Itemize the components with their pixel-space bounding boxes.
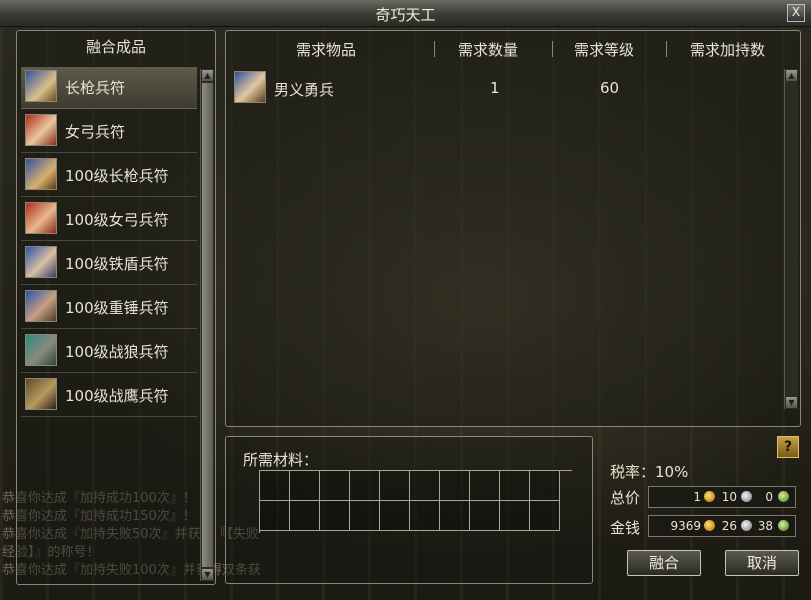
product-item-label: 女弓兵符 [65,123,126,141]
hammer-soldier-icon [25,290,57,322]
help-button[interactable]: ? [777,436,799,458]
materials-grid [259,470,572,533]
product-item-label: 100级长枪兵符 [65,167,169,185]
product-item[interactable]: 女弓兵符 [21,111,197,153]
archer-soldier-icon [25,114,57,146]
tax-rate: 税率：10% [610,463,689,481]
money-label: 金钱 [610,519,641,537]
requirements-scrollbar[interactable]: ▲ ▼ [784,69,798,409]
spear-soldier-icon [25,70,57,102]
material-slot[interactable] [530,471,560,501]
money-box: 9369 26 38 [648,515,796,537]
product-item[interactable]: 100级战鹰兵符 [21,375,197,417]
male-militia-icon [234,71,266,103]
requirements-panel: 需求物品 需求数量 需求等级 需求加持数 男义勇兵 1 60 ▲ ▼ [225,30,801,427]
material-slot[interactable] [500,501,530,531]
column-header: 需求数量 [458,41,519,59]
total-price-box: 1 10 0 [648,486,796,508]
product-item[interactable]: 100级重锤兵符 [21,287,197,329]
column-divider [552,41,553,57]
money-gold: 9369 [670,519,701,533]
requirement-level: 60 [600,79,620,97]
material-slot[interactable] [380,471,410,501]
column-header: 需求物品 [296,41,357,59]
total-price-label: 总价 [610,489,641,507]
close-button[interactable]: X [787,4,805,22]
product-item-label: 100级战狼兵符 [65,343,169,361]
war-wolf-icon [25,334,57,366]
copper-coin-icon [778,491,789,502]
requirements-header: 需求物品 需求数量 需求等级 需求加持数 [226,31,800,63]
fuse-button[interactable]: 融合 [627,550,701,576]
product-item[interactable]: 100级女弓兵符 [21,199,197,241]
material-slot[interactable] [260,471,290,501]
material-slot[interactable] [440,471,470,501]
material-slot[interactable] [410,501,440,531]
silver-coin-icon [741,520,752,531]
product-item-label: 100级重锤兵符 [65,299,169,317]
product-item-label: 100级女弓兵符 [65,211,169,229]
product-list: 长枪兵符 女弓兵符 100级长枪兵符 100级女弓兵符 100级铁盾兵符 100… [21,67,197,419]
war-eagle-icon [25,378,57,410]
money-silver: 26 [721,519,737,533]
material-slot[interactable] [320,471,350,501]
material-slot[interactable] [290,471,320,501]
silver-coin-icon [741,491,752,502]
copper-coin-icon [778,520,789,531]
product-list-panel: 融合成品 长枪兵符 女弓兵符 100级长枪兵符 100级女弓兵符 100级铁盾兵… [16,30,216,585]
requirement-row[interactable]: 男义勇兵 1 60 [230,69,780,105]
shield-soldier-icon [25,246,57,278]
product-item[interactable]: 长枪兵符 [21,67,197,109]
column-header: 需求等级 [574,41,635,59]
total-gold: 1 [693,490,701,504]
column-header: 需求加持数 [690,41,766,59]
product-item[interactable]: 100级战狼兵符 [21,331,197,373]
materials-label: 所需材料： [243,451,319,469]
material-slot[interactable] [500,471,530,501]
material-slot[interactable] [380,501,410,531]
scroll-thumb[interactable] [202,83,213,567]
column-divider [666,41,667,57]
total-copper: 0 [765,490,773,504]
window-titlebar[interactable]: 奇巧天工 X [0,0,811,27]
material-slot[interactable] [350,501,380,531]
requirement-item: 男义勇兵 [274,81,335,99]
window-title: 奇巧天工 [375,6,436,24]
archer-soldier-icon [25,202,57,234]
scroll-down-button[interactable]: ▼ [202,569,213,580]
scroll-down-button[interactable]: ▼ [786,397,797,408]
scroll-up-button[interactable]: ▲ [202,70,213,81]
gold-coin-icon [704,520,715,531]
product-list-header: 融合成品 [85,38,146,56]
total-silver: 10 [721,490,737,504]
money-copper: 38 [757,519,773,533]
gold-coin-icon [704,491,715,502]
material-slot[interactable] [350,471,380,501]
cancel-button[interactable]: 取消 [725,550,799,576]
material-slot[interactable] [470,471,500,501]
product-item-label: 长枪兵符 [65,79,126,97]
spear-soldier-icon [25,158,57,190]
materials-panel: 所需材料： [225,436,593,584]
product-item-label: 100级铁盾兵符 [65,255,169,273]
material-slot[interactable] [320,501,350,531]
product-item[interactable]: 100级长枪兵符 [21,155,197,197]
material-slot[interactable] [440,501,470,531]
product-item[interactable]: 100级铁盾兵符 [21,243,197,285]
column-divider [434,41,435,57]
material-slot[interactable] [290,501,320,531]
material-slot[interactable] [470,501,500,531]
material-slot[interactable] [530,501,560,531]
scroll-up-button[interactable]: ▲ [786,70,797,81]
material-slot[interactable] [260,501,290,531]
material-slot[interactable] [410,471,440,501]
product-item-label: 100级战鹰兵符 [65,387,169,405]
requirement-quantity: 1 [490,79,500,97]
product-list-scrollbar[interactable]: ▲ ▼ [200,69,214,581]
